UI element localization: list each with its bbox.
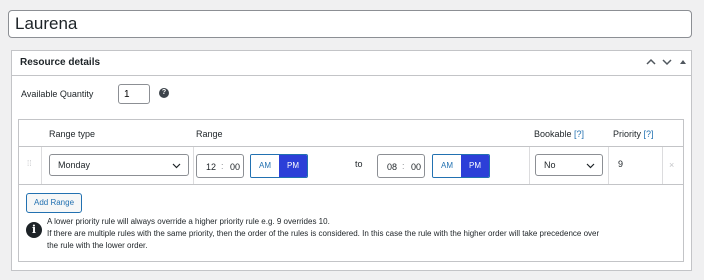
column-priority: Priority [?]	[613, 129, 654, 139]
remove-row-icon[interactable]: ×	[669, 160, 674, 170]
priority-notice: A lower priority rule will always overri…	[47, 217, 600, 250]
chevron-down-icon	[172, 161, 181, 173]
table-row: ⁞⁞ Monday 12:00 AM PM to 08:00 AM PM No …	[19, 147, 683, 185]
from-ampm-toggle[interactable]: AM PM	[250, 154, 308, 178]
resource-title-input[interactable]	[8, 10, 692, 38]
bookable-select[interactable]: No	[535, 154, 603, 176]
column-range: Range	[196, 129, 223, 139]
info-icon: i	[26, 222, 42, 238]
collapse-toggle-icon[interactable]	[680, 54, 686, 70]
add-range-button[interactable]: Add Range	[26, 193, 82, 213]
to-label: to	[355, 159, 363, 169]
resource-details-panel: Resource details Available Quantity ? Ra…	[11, 50, 692, 271]
column-bookable: Bookable [?]	[534, 129, 585, 139]
panel-header: Resource details	[12, 51, 691, 76]
pm-option[interactable]: PM	[279, 155, 307, 177]
priority-value: 9	[618, 159, 624, 169]
to-ampm-toggle[interactable]: AM PM	[432, 154, 490, 178]
chevron-up-icon[interactable]	[646, 54, 656, 70]
pm-option[interactable]: PM	[461, 155, 489, 177]
availability-rules-table: Range type Range Bookable [?] Priority […	[18, 119, 684, 262]
from-time-input[interactable]: 12:00	[196, 154, 244, 178]
available-quantity-input[interactable]	[118, 84, 150, 104]
priority-help-link[interactable]: [?]	[644, 129, 654, 139]
range-type-select[interactable]: Monday	[49, 154, 189, 176]
column-range-type: Range type	[49, 129, 96, 139]
am-option[interactable]: AM	[251, 155, 279, 177]
chevron-down-icon	[586, 161, 595, 173]
table-header: Range type Range Bookable [?] Priority […	[19, 120, 683, 147]
to-time-input[interactable]: 08:00	[377, 154, 425, 178]
drag-handle-icon[interactable]: ⁞⁞	[27, 160, 33, 168]
bookable-help-link[interactable]: [?]	[574, 129, 584, 139]
help-icon[interactable]: ?	[159, 88, 169, 98]
am-option[interactable]: AM	[433, 155, 461, 177]
panel-title: Resource details	[20, 57, 101, 68]
chevron-down-icon[interactable]	[662, 54, 672, 70]
available-quantity-label: Available Quantity	[21, 89, 94, 99]
